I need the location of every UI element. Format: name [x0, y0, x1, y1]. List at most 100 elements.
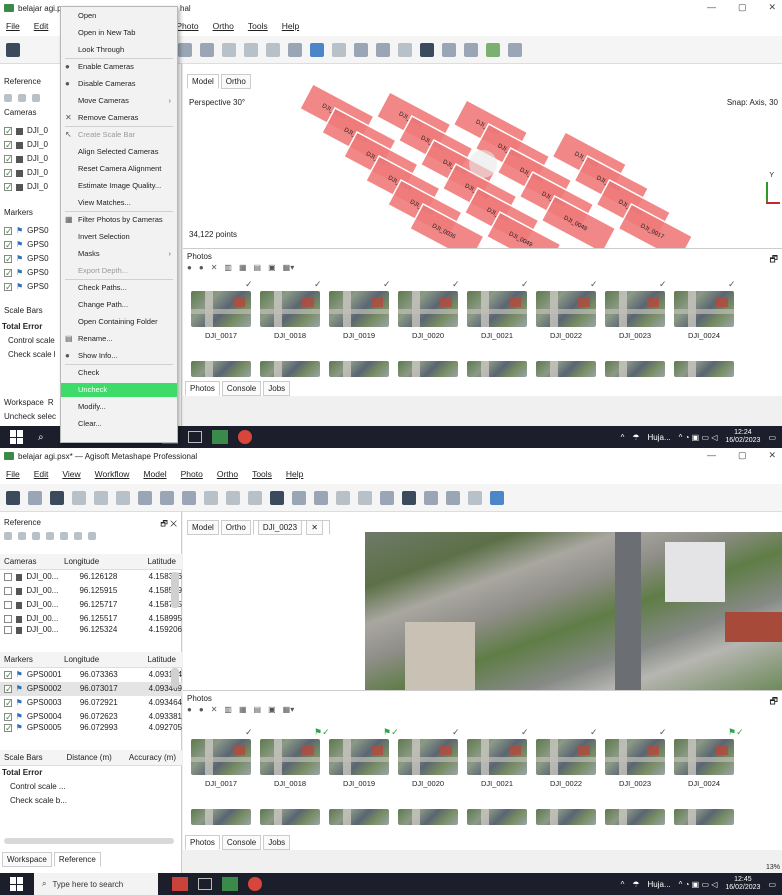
windows-start-icon[interactable] — [10, 430, 24, 444]
photo-thumbnail[interactable] — [398, 361, 458, 377]
scrollbar[interactable] — [171, 668, 179, 688]
tool-icon[interactable]: ▥ — [224, 705, 232, 714]
context-menu-item[interactable]: ✕ Remove Cameras — [61, 111, 177, 125]
check-icon[interactable]: ✓ — [452, 727, 460, 738]
checkbox[interactable] — [4, 682, 12, 696]
menu-ortho[interactable]: Ortho — [217, 469, 238, 479]
tab-model[interactable]: Model — [187, 520, 219, 535]
table-row[interactable]: ⚑GPS0003 96.072921 4.093464 — [0, 696, 182, 710]
tool-icon[interactable] — [204, 490, 218, 505]
table-row[interactable]: DJI_00... 96.125915 4.158559 — [0, 584, 182, 598]
context-menu-item[interactable]: Clear... — [61, 417, 177, 431]
table-row[interactable]: DJI_00... 96.125324 4.159206 — [0, 626, 182, 634]
close-tab-icon[interactable]: ✕ — [306, 520, 323, 535]
checkbox[interactable] — [4, 124, 13, 138]
tool-icon[interactable]: ▣ — [268, 705, 276, 714]
photo-thumbnail[interactable] — [467, 291, 527, 327]
photo-thumbnail[interactable] — [329, 739, 389, 775]
photo-thumbnail[interactable] — [329, 361, 389, 377]
checkbox[interactable] — [4, 573, 12, 581]
navigate-icon[interactable] — [178, 42, 192, 57]
check-icon[interactable]: ✓ — [590, 727, 598, 738]
move-icon[interactable] — [288, 42, 302, 57]
checkbox[interactable] — [4, 696, 12, 710]
context-menu-item[interactable]: Reset Camera Alignment — [61, 162, 177, 176]
menu-help[interactable]: Help — [282, 21, 299, 31]
ref-tool-icon[interactable] — [4, 532, 12, 540]
tab-photos[interactable]: Photos — [185, 381, 220, 396]
photo-thumbnail[interactable] — [260, 739, 320, 775]
marker-row[interactable]: ⚑GPS0 — [0, 252, 60, 266]
camera-row[interactable]: DJI_0 — [0, 152, 60, 166]
menu-workflow[interactable]: Workflow — [95, 469, 130, 479]
tab-photo[interactable]: DJI_0023 ✕ — [252, 520, 330, 535]
close-icon[interactable]: ✕ — [768, 2, 776, 13]
photo-thumbnail[interactable] — [260, 361, 320, 377]
tiled-icon[interactable] — [376, 42, 390, 57]
ref-tool-icon[interactable] — [18, 532, 26, 540]
tool-icon[interactable]: ▦ — [239, 705, 247, 714]
camera-icon[interactable] — [442, 42, 456, 57]
check-icon[interactable]: ✓ — [245, 279, 253, 290]
minimize-icon[interactable]: — — [707, 450, 716, 461]
close-icon[interactable]: ✕ — [768, 450, 776, 461]
menu-ortho[interactable]: Ortho — [213, 21, 234, 31]
check-icon[interactable]: ⚑✓ — [314, 727, 330, 738]
checkbox[interactable] — [4, 180, 13, 194]
tool-icon[interactable]: ▣ — [268, 263, 276, 272]
checkbox[interactable] — [4, 601, 12, 609]
search-icon[interactable]: ⌕ — [38, 432, 44, 443]
tool-icon[interactable]: ▦ — [239, 263, 247, 272]
context-menu-item[interactable]: ● Disable Cameras — [61, 77, 177, 91]
taskbar-search[interactable]: ⌕ Type here to search — [34, 873, 158, 895]
tool-icon[interactable] — [248, 490, 262, 505]
view-icon[interactable] — [402, 490, 416, 505]
check-icon[interactable]: ✓ — [659, 279, 667, 290]
ref-tool-icon[interactable] — [46, 532, 54, 540]
disable-icon[interactable]: ● — [199, 705, 204, 714]
check-icon[interactable]: ✓ — [521, 727, 529, 738]
menu-help[interactable]: Help — [286, 469, 303, 479]
check-icon[interactable]: ✓ — [245, 727, 253, 738]
marker-row[interactable]: ⚑GPS0 — [0, 224, 60, 238]
context-menu-item[interactable]: Check — [61, 366, 177, 380]
windows-start-icon[interactable] — [10, 877, 24, 891]
photo-thumbnail[interactable] — [329, 291, 389, 327]
chevron-up-icon[interactable]: ^ — [621, 880, 625, 889]
table-row[interactable]: DJI_00... 96.125517 4.158995 — [0, 612, 182, 626]
checkbox[interactable] — [4, 238, 13, 252]
ref-tool-icon[interactable] — [88, 532, 96, 540]
photo-thumbnail[interactable] — [191, 361, 251, 377]
photo-thumbnail[interactable] — [329, 809, 389, 825]
check-icon[interactable]: ⚑✓ — [383, 727, 399, 738]
metashape-taskbar-icon[interactable] — [222, 877, 238, 891]
photo-thumbnail[interactable] — [674, 739, 734, 775]
navigation-sphere[interactable] — [469, 150, 497, 178]
texture-icon[interactable] — [398, 42, 412, 57]
camera-row[interactable]: DJI_0 — [0, 180, 60, 194]
tab-reference-short[interactable]: R — [48, 398, 54, 407]
camera-row[interactable]: DJI_0 — [0, 166, 60, 180]
check-icon[interactable]: ✓ — [728, 279, 736, 290]
maximize-icon[interactable]: ▢ — [738, 450, 747, 461]
photo-thumbnail[interactable] — [674, 361, 734, 377]
ruler-icon[interactable] — [200, 42, 214, 57]
grid-icon[interactable] — [332, 42, 346, 57]
view-icon[interactable]: ▦▾ — [283, 705, 295, 714]
check-icon[interactable]: ✓ — [314, 279, 322, 290]
checkbox[interactable] — [4, 280, 13, 294]
checkbox[interactable] — [4, 138, 13, 152]
notification-icon[interactable]: ▭ — [768, 880, 776, 889]
notification-icon[interactable]: ▭ — [768, 433, 776, 442]
context-menu-item[interactable]: Open — [61, 9, 177, 23]
camera-row[interactable]: DJI_0 — [0, 124, 60, 138]
shapes-icon[interactable] — [464, 42, 478, 57]
table-row[interactable]: ⚑GPS000196.0733634.093144 — [0, 668, 182, 682]
context-menu-item[interactable]: ● Enable Cameras — [61, 60, 177, 74]
check-icon[interactable]: ✓ — [521, 279, 529, 290]
menu-tools[interactable]: Tools — [248, 21, 268, 31]
ref-tool-icon[interactable] — [74, 532, 82, 540]
metashape-taskbar-icon[interactable] — [211, 430, 228, 444]
context-menu-item[interactable]: Align Selected Cameras — [61, 145, 177, 159]
undo-icon[interactable] — [72, 490, 86, 505]
